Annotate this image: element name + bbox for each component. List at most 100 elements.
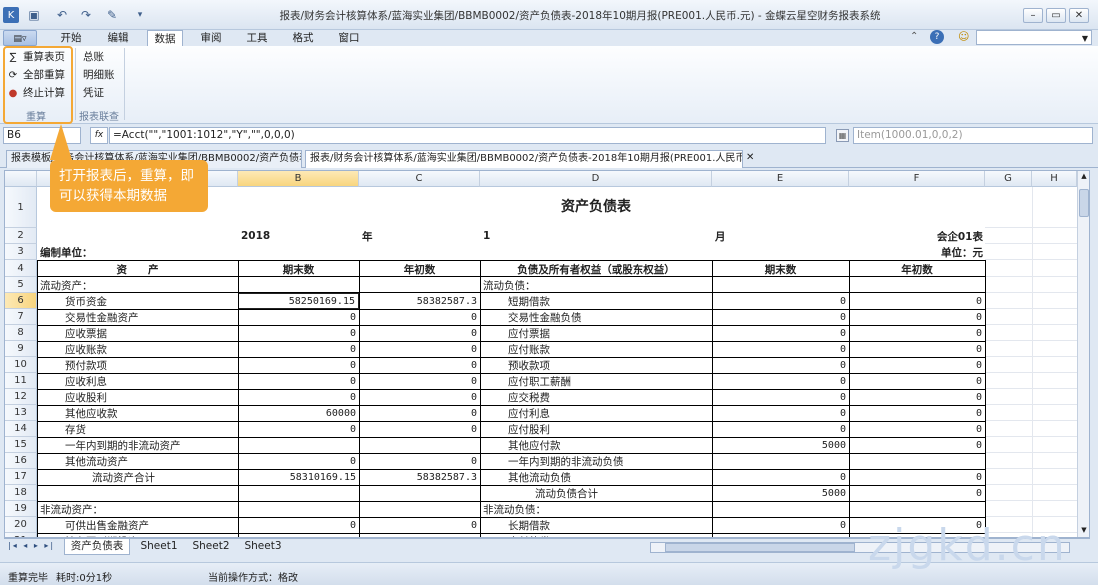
cell-c8[interactable]: 0 xyxy=(359,325,480,341)
doc-tab-report[interactable]: 报表/财务会计核算体系/蓝海实业集团/BBMB0002/资产负债表-2018年1… xyxy=(305,150,743,168)
row-header-12[interactable]: 12 xyxy=(5,389,37,405)
cell-c16[interactable]: 0 xyxy=(359,453,480,469)
tab-review[interactable]: 审阅 xyxy=(196,30,226,46)
cell-f19[interactable] xyxy=(849,501,985,517)
column-header-b[interactable]: B xyxy=(238,171,359,187)
tab-window[interactable]: 窗口 xyxy=(334,30,364,46)
ledger-button[interactable]: 总账 xyxy=(83,49,115,66)
cell-c18[interactable] xyxy=(359,485,480,501)
cell-c12[interactable]: 0 xyxy=(359,389,480,405)
cell-a14[interactable]: 存货 xyxy=(37,421,238,437)
cell-b11[interactable]: 0 xyxy=(238,373,359,389)
cell-d16[interactable]: 一年内到期的非流动负债 xyxy=(480,453,712,469)
help-icon[interactable]: ? xyxy=(930,30,944,44)
cell-f12[interactable]: 0 xyxy=(849,389,985,405)
cell-b9[interactable]: 0 xyxy=(238,341,359,357)
spreadsheet-grid[interactable]: ABCDEFGH 1234567891011121314151617181920… xyxy=(4,170,1090,538)
function-wizard-button[interactable]: fx xyxy=(90,127,108,144)
cell-b7[interactable]: 0 xyxy=(238,309,359,325)
row-header-11[interactable]: 11 xyxy=(5,373,37,389)
cell-a16[interactable]: 其他流动资产 xyxy=(37,453,238,469)
cell-f14[interactable]: 0 xyxy=(849,421,985,437)
cell-b19[interactable] xyxy=(238,501,359,517)
cell-e14[interactable]: 0 xyxy=(712,421,849,437)
cell-a12[interactable]: 应收股利 xyxy=(37,389,238,405)
cell-a19[interactable]: 非流动资产： xyxy=(37,501,238,517)
minimize-button[interactable]: – xyxy=(1023,8,1043,23)
select-all-corner[interactable] xyxy=(5,171,37,187)
sheet-tab-2[interactable]: Sheet2 xyxy=(188,539,234,555)
close-tab-icon[interactable]: ✕ xyxy=(746,152,754,163)
row-header-18[interactable]: 18 xyxy=(5,485,37,501)
cell-c20[interactable]: 0 xyxy=(359,517,480,533)
row-header-1[interactable]: 1 xyxy=(5,187,37,228)
cell-d9[interactable]: 应付账款 xyxy=(480,341,712,357)
column-header-d[interactable]: D xyxy=(480,171,712,187)
cell-e13[interactable]: 0 xyxy=(712,405,849,421)
cell-d8[interactable]: 应付票据 xyxy=(480,325,712,341)
cell-c13[interactable]: 0 xyxy=(359,405,480,421)
cell-d14[interactable]: 应付股利 xyxy=(480,421,712,437)
column-header-f[interactable]: F xyxy=(849,171,985,187)
row-header-3[interactable]: 3 xyxy=(5,244,37,260)
column-header-h[interactable]: H xyxy=(1032,171,1077,187)
cell-c7[interactable]: 0 xyxy=(359,309,480,325)
row-header-8[interactable]: 8 xyxy=(5,325,37,341)
tab-edit[interactable]: 编辑 xyxy=(103,30,133,46)
row-header-17[interactable]: 17 xyxy=(5,469,37,485)
cell-c15[interactable] xyxy=(359,437,480,453)
cell-d6[interactable]: 短期借款 xyxy=(480,293,712,309)
cell-e18[interactable]: 5000 xyxy=(712,485,849,501)
cell-f15[interactable]: 0 xyxy=(849,437,985,453)
cell-b15[interactable] xyxy=(238,437,359,453)
cell-e17[interactable]: 0 xyxy=(712,469,849,485)
row-header-20[interactable]: 20 xyxy=(5,517,37,533)
tab-data[interactable]: 数据 xyxy=(147,30,183,46)
cell-f6[interactable]: 0 xyxy=(849,293,985,309)
redo-icon[interactable]: ↷ xyxy=(78,7,94,23)
cell-e15[interactable]: 5000 xyxy=(712,437,849,453)
cell-b17[interactable]: 58310169.15 xyxy=(238,469,359,485)
cell-d5[interactable]: 流动负债： xyxy=(480,277,712,293)
cell-a20[interactable]: 可供出售金融资产 xyxy=(37,517,238,533)
cell-a13[interactable]: 其他应收款 xyxy=(37,405,238,421)
vertical-scrollbar[interactable]: ▲ ▼ xyxy=(1077,171,1089,537)
cell-f9[interactable]: 0 xyxy=(849,341,985,357)
cell-e9[interactable]: 0 xyxy=(712,341,849,357)
row-header-7[interactable]: 7 xyxy=(5,309,37,325)
cell-c5[interactable] xyxy=(359,277,480,293)
cell-c9[interactable]: 0 xyxy=(359,341,480,357)
file-menu-button[interactable]: ▤▿ xyxy=(3,30,37,46)
cell-a15[interactable]: 一年内到期的非流动资产 xyxy=(37,437,238,453)
row-header-15[interactable]: 15 xyxy=(5,437,37,453)
app-icon[interactable]: K xyxy=(3,7,19,23)
cell-d17[interactable]: 其他流动负债 xyxy=(480,469,712,485)
cell-a10[interactable]: 预付款项 xyxy=(37,357,238,373)
scroll-down-icon[interactable]: ▼ xyxy=(1079,526,1089,537)
cell-e19[interactable] xyxy=(712,501,849,517)
cell-d7[interactable]: 交易性金融负债 xyxy=(480,309,712,325)
h-scroll-thumb[interactable] xyxy=(665,543,855,552)
cell-a9[interactable]: 应收账款 xyxy=(37,341,238,357)
row-header-4[interactable]: 4 xyxy=(5,260,37,277)
cell-e20[interactable]: 0 xyxy=(712,517,849,533)
sheet-tab-3[interactable]: Sheet3 xyxy=(240,539,286,555)
cell-c10[interactable]: 0 xyxy=(359,357,480,373)
cell-f8[interactable]: 0 xyxy=(849,325,985,341)
collapse-ribbon-icon[interactable]: ⌃ xyxy=(910,31,918,42)
tab-format[interactable]: 格式 xyxy=(288,30,318,46)
cell-a6[interactable]: 货币资金 xyxy=(37,293,238,309)
cell-d11[interactable]: 应付职工薪酬 xyxy=(480,373,712,389)
cell-c17[interactable]: 58382587.3 xyxy=(359,469,480,485)
cell-c14[interactable]: 0 xyxy=(359,421,480,437)
cell-a17[interactable]: 流动资产合计 xyxy=(37,469,238,485)
cell-e16[interactable] xyxy=(712,453,849,469)
row-header-14[interactable]: 14 xyxy=(5,421,37,437)
user-icon[interactable]: ☺ xyxy=(958,30,969,43)
cell-b5[interactable] xyxy=(238,277,359,293)
cell-d18[interactable]: 流动负债合计 xyxy=(480,485,712,501)
format-painter-icon[interactable]: ✎ xyxy=(104,7,120,23)
cell-b10[interactable]: 0 xyxy=(238,357,359,373)
cell-f17[interactable]: 0 xyxy=(849,469,985,485)
cell-b13[interactable]: 60000 xyxy=(238,405,359,421)
